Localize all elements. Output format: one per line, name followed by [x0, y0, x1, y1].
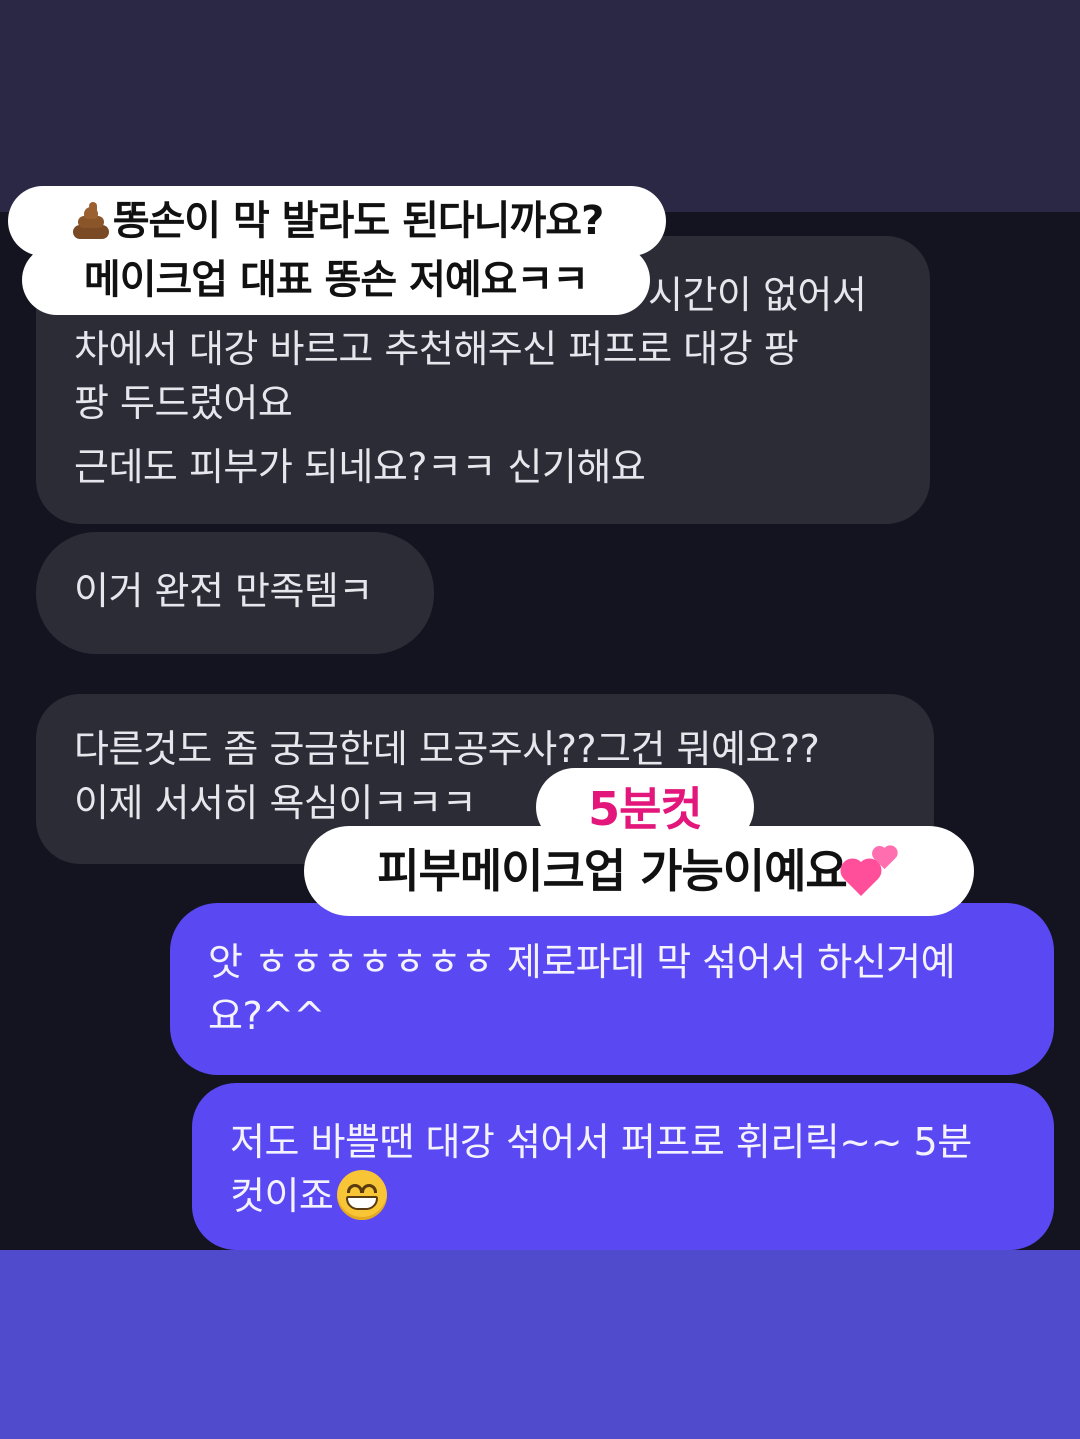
- bottom-band: [0, 1250, 1080, 1439]
- message-text-line: 이거 완전 만족템ㅋ: [74, 569, 373, 613]
- message-text-line: 팡 두드렸어요: [74, 381, 293, 425]
- message-text: 컷이죠: [230, 1174, 334, 1218]
- two-hearts-icon: [843, 845, 901, 897]
- caption-text: 메이크업 대표 똥손 저예요ㅋㅋ: [83, 257, 589, 303]
- message-text-line: 요?^^: [208, 994, 325, 1038]
- caption-sticker-line2: 메이크업 대표 똥손 저예요ㅋㅋ: [22, 245, 650, 315]
- message-text-line: 이제 서서히 욕심이ㅋㅋㅋ: [74, 781, 477, 825]
- message-bubble-sent[interactable]: 저도 바쁠땐 대강 섞어서 퍼프로 휘리릭~~ 5분 컷이죠: [192, 1083, 1054, 1250]
- top-band: [0, 0, 1080, 212]
- message-bubble-received[interactable]: 이거 완전 만족템ㅋ: [36, 532, 434, 654]
- message-text-line: 저도 바쁠땐 대강 섞어서 퍼프로 휘리릭~~ 5분: [230, 1120, 972, 1164]
- message-text-line: 다른것도 좀 궁금한데 모공주사??그건 뭐예요??: [74, 727, 820, 771]
- caption-sticker-highlight: 5분컷: [536, 768, 754, 846]
- message-text-line: 차에서 대강 바르고 추천해주신 퍼프로 대강 팡: [74, 327, 799, 371]
- caption-highlight-text: 5분컷: [588, 782, 703, 836]
- caption-text: 피부메이크업 가능이예요: [377, 844, 848, 898]
- grinning-face-icon: [337, 1169, 388, 1220]
- poo-icon: [71, 199, 111, 239]
- message-text-line: 근데도 피부가 되네요?ㅋㅋ 신기해요: [74, 445, 646, 489]
- caption-text: 똥손이 막 발라도 된다니까요?: [112, 198, 605, 244]
- message-text-line: 컷이죠: [230, 1169, 1018, 1224]
- message-bubble-sent[interactable]: 앗 ㅎㅎㅎㅎㅎㅎㅎ 제로파데 막 섞어서 하신거예 요?^^: [170, 903, 1054, 1075]
- message-text-line: 앗 ㅎㅎㅎㅎㅎㅎㅎ 제로파데 막 섞어서 하신거예: [208, 940, 956, 984]
